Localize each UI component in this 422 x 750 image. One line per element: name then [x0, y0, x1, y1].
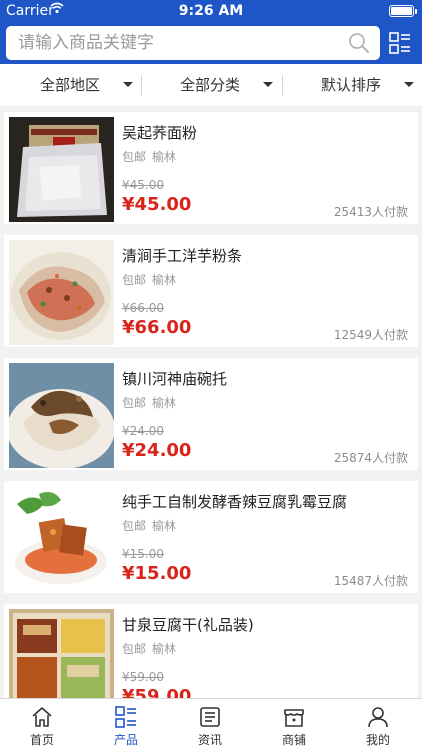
filter-sort[interactable]: 默认排序: [321, 64, 416, 106]
tab-news-label: 资讯: [197, 733, 222, 747]
search-box: [6, 26, 380, 60]
tab-products-label: 产品: [113, 733, 138, 747]
battery-icon: [389, 5, 417, 17]
category-grid-icon[interactable]: [388, 31, 412, 55]
product-city: 榆林: [152, 273, 177, 287]
filter-category-label: 全部分类: [180, 76, 241, 94]
news-icon: [200, 707, 220, 727]
status-bar: Carrier 9:26 AM: [0, 0, 422, 22]
filter-divider: [282, 75, 283, 95]
sales-count: 25413人付款: [333, 205, 408, 219]
search-input[interactable]: [6, 26, 336, 60]
product-title[interactable]: 甘泉豆腐干(礼品装): [122, 614, 254, 635]
product-image[interactable]: [9, 609, 114, 698]
product-image[interactable]: [9, 486, 114, 591]
sales-count: 15487人付款: [333, 574, 408, 588]
product-image[interactable]: [9, 117, 114, 222]
filter-bar: 全部地区 全部分类 默认排序: [0, 64, 422, 106]
original-price: ¥66.00: [122, 301, 164, 315]
original-price: ¥59.00: [122, 670, 164, 684]
shipping-tag: 包邮: [122, 273, 147, 287]
filter-region-label: 全部地区: [40, 76, 101, 94]
product-meta: 包邮 榆林: [122, 517, 176, 534]
product-meta: 包邮 榆林: [122, 148, 176, 165]
header: [0, 22, 422, 64]
product-city: 榆林: [152, 642, 177, 656]
tab-news[interactable]: 资讯: [168, 699, 252, 750]
tab-home-label: 首页: [29, 733, 54, 747]
product-price: ¥66.00: [122, 317, 192, 338]
product-title[interactable]: 纯手工自制发酵香辣豆腐乳霉豆腐: [122, 491, 347, 512]
tab-products[interactable]: 产品: [84, 699, 168, 750]
tab-profile[interactable]: 我的: [336, 699, 420, 750]
product-card[interactable]: 甘泉豆腐干(礼品装) 包邮 榆林 ¥59.00 ¥59.00: [4, 604, 418, 698]
tab-profile-label: 我的: [365, 733, 390, 747]
product-price: ¥45.00: [122, 194, 192, 215]
product-card[interactable]: 清涧手工洋芋粉条 包邮 榆林 ¥66.00 ¥66.00 12549人付款: [4, 235, 418, 347]
filter-sort-label: 默认排序: [321, 76, 382, 94]
product-city: 榆林: [152, 396, 177, 410]
product-card[interactable]: 镇川河神庙碗托 包邮 榆林 ¥24.00 ¥24.00 25874人付款: [4, 358, 418, 470]
shipping-tag: 包邮: [122, 150, 147, 164]
caret-down-icon: [123, 82, 133, 87]
shipping-tag: 包邮: [122, 396, 147, 410]
original-price: ¥15.00: [122, 547, 164, 561]
bottom-tab-bar: 首页 产品 资讯 商铺 我的: [0, 698, 422, 750]
home-icon: [32, 707, 52, 727]
product-image[interactable]: [9, 363, 114, 468]
filter-category[interactable]: 全部分类: [180, 64, 280, 106]
product-meta: 包邮 榆林: [122, 271, 176, 288]
original-price: ¥24.00: [122, 424, 164, 438]
product-title[interactable]: 吴起荞面粉: [122, 122, 197, 143]
profile-icon: [368, 707, 388, 728]
search-icon[interactable]: [348, 32, 370, 54]
product-city: 榆林: [152, 150, 177, 164]
product-image[interactable]: [9, 240, 114, 345]
tab-shop-label: 商铺: [281, 733, 306, 747]
tab-home[interactable]: 首页: [0, 699, 84, 750]
tab-shop[interactable]: 商铺: [252, 699, 336, 750]
caret-down-icon: [404, 82, 414, 87]
product-price: ¥24.00: [122, 440, 192, 461]
sales-count: 25874人付款: [333, 451, 408, 465]
shop-icon: [284, 709, 304, 727]
clock: 9:26 AM: [178, 3, 244, 19]
filter-divider: [141, 75, 142, 95]
caret-down-icon: [263, 82, 273, 87]
product-city: 榆林: [152, 519, 177, 533]
product-title[interactable]: 清涧手工洋芋粉条: [122, 245, 242, 266]
original-price: ¥45.00: [122, 178, 164, 192]
product-price: ¥59.00: [122, 686, 192, 698]
shipping-tag: 包邮: [122, 519, 147, 533]
product-meta: 包邮 榆林: [122, 394, 176, 411]
product-card[interactable]: 纯手工自制发酵香辣豆腐乳霉豆腐 包邮 榆林 ¥15.00 ¥15.00 15487…: [4, 481, 418, 593]
sales-count: 12549人付款: [333, 328, 408, 342]
product-price: ¥15.00: [122, 563, 192, 584]
product-title[interactable]: 镇川河神庙碗托: [122, 368, 227, 389]
product-card[interactable]: 吴起荞面粉 包邮 榆林 ¥45.00 ¥45.00 25413人付款: [4, 112, 418, 224]
filter-region[interactable]: 全部地区: [40, 64, 140, 106]
shipping-tag: 包邮: [122, 642, 147, 656]
product-list: 吴起荞面粉 包邮 榆林 ¥45.00 ¥45.00 25413人付款 清涧手工洋芋…: [0, 106, 422, 698]
product-list-icon: [115, 706, 136, 728]
product-meta: 包邮 榆林: [122, 640, 176, 657]
